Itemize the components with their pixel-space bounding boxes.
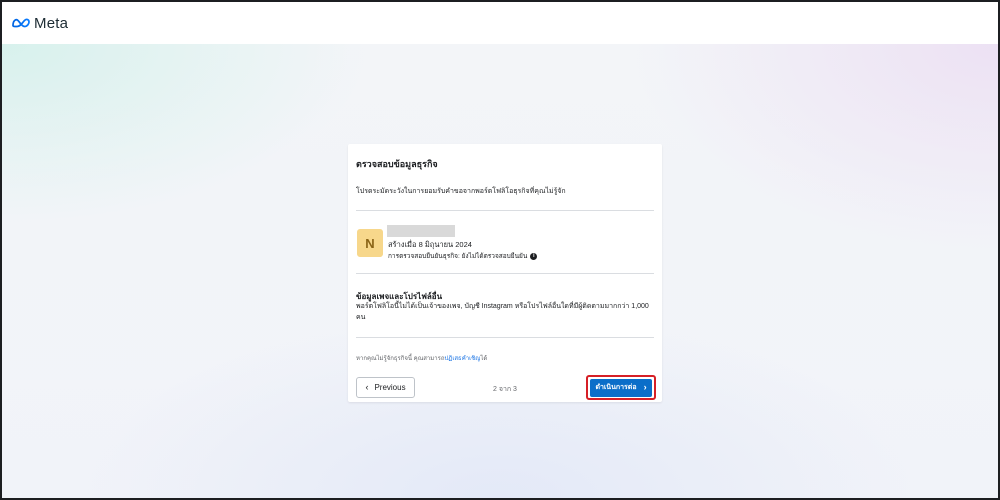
meta-infinity-icon: [12, 18, 30, 28]
verification-text: การตรวจสอบยืนยันธุรกิจ: ยังไม่ได้ตรวจสอบ…: [388, 253, 528, 260]
chevron-right-icon: ›: [643, 382, 647, 392]
business-review-card: ตรวจสอบข้อมูลธุรกิจ โปรดระมัดระวังในการย…: [348, 144, 662, 402]
section-text: พอร์ตโฟลิโอนี้ไม่ได้เป็นเจ้าของเพจ, บัญช…: [356, 303, 649, 321]
previous-label: Previous: [374, 383, 406, 392]
decline-invitation-link[interactable]: ปฏิเสธคำเชิญ: [444, 356, 480, 362]
continue-button[interactable]: ดำเนินการต่อ ›: [590, 378, 652, 397]
divider: [356, 337, 654, 338]
divider: [356, 273, 654, 274]
continue-label: ดำเนินการต่อ: [595, 384, 637, 391]
chevron-left-icon: ‹: [365, 382, 369, 392]
divider: [356, 210, 654, 211]
previous-button[interactable]: ‹ Previous: [356, 377, 415, 398]
card-description: โปรดระมัดระวังในการยอมรับคำขอจากพอร์ตโฟล…: [356, 188, 566, 195]
decline-note: หากคุณไม่รู้จักธุรกิจนี้ คุณสามารถปฏิเสธ…: [356, 353, 487, 363]
decline-note-suffix: ได้: [480, 356, 488, 362]
top-bar: Meta: [2, 2, 998, 44]
business-avatar: N: [357, 229, 383, 257]
redacted-business-name: [387, 225, 455, 237]
created-date: สร้างเมื่อ 8 มิถุนายน 2024: [388, 240, 472, 249]
card-title: ตรวจสอบข้อมูลธุรกิจ: [356, 159, 438, 169]
decline-note-prefix: หากคุณไม่รู้จักธุรกิจนี้ คุณสามารถ: [356, 356, 445, 362]
page-indicator: 2 จาก 3: [493, 386, 517, 393]
meta-logo[interactable]: Meta: [11, 15, 68, 32]
verification-status: การตรวจสอบยืนยันธุรกิจ: ยังไม่ได้ตรวจสอบ…: [388, 251, 538, 261]
info-icon[interactable]: i: [530, 252, 538, 260]
logo-text: Meta: [34, 14, 69, 32]
continue-highlight: ดำเนินการต่อ ›: [586, 375, 656, 400]
browser-frame: Meta ตรวจสอบข้อมูลธุรกิจ โปรดระมัดระวังใ…: [0, 0, 1000, 500]
